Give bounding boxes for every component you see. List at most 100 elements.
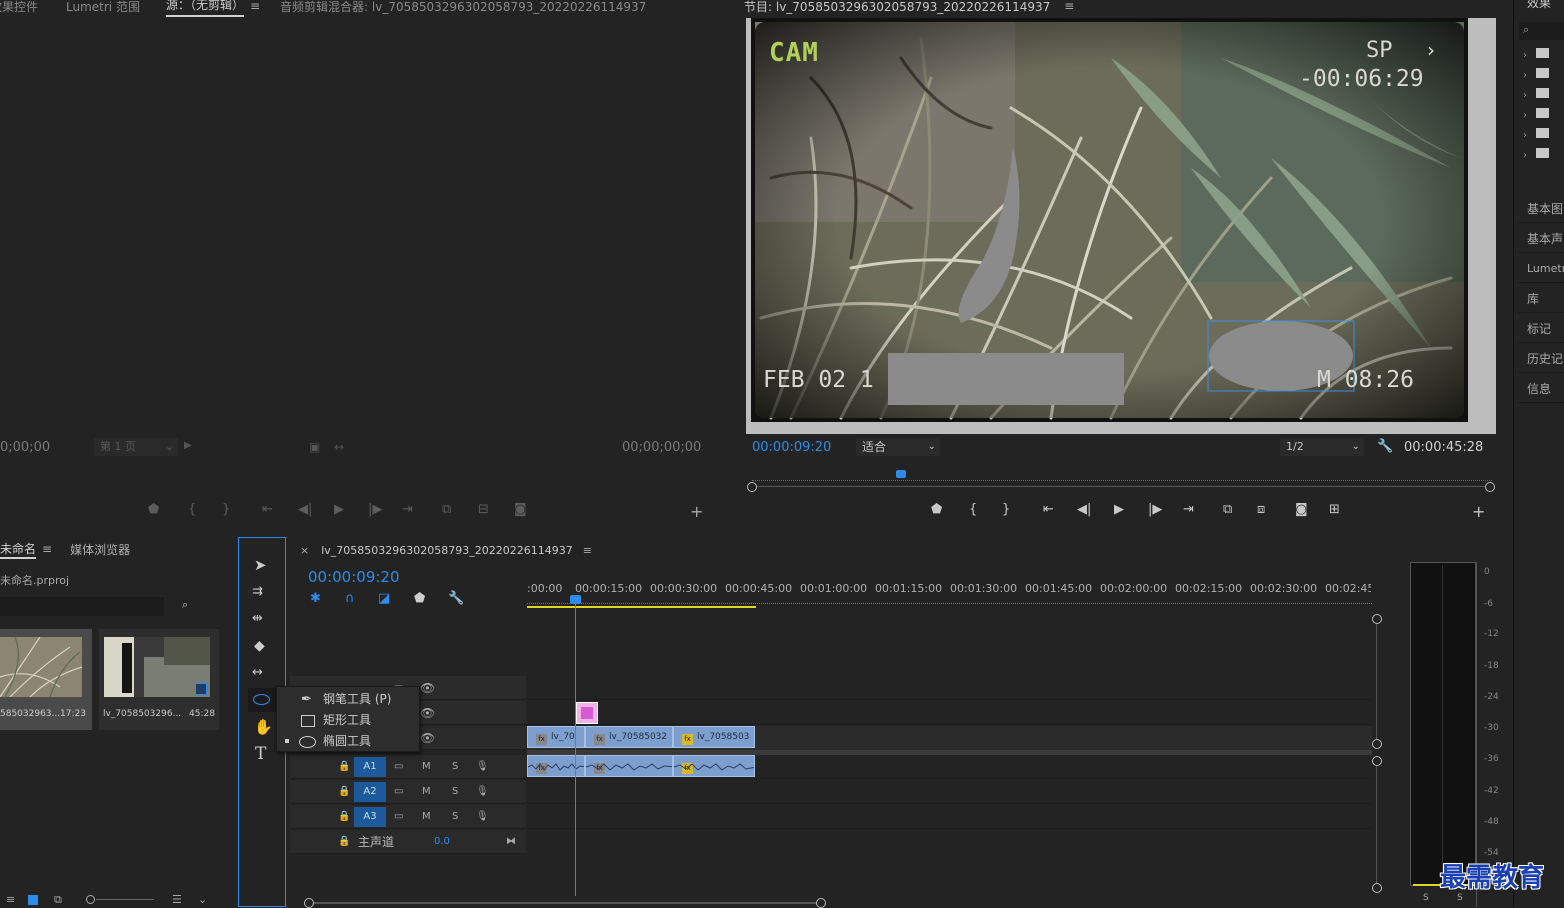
slip-tool-icon[interactable]: ↔ bbox=[252, 665, 263, 680]
track-target-a2[interactable]: A2 bbox=[354, 782, 386, 802]
folder-row[interactable]: › bbox=[1523, 48, 1550, 61]
tab-media-browser[interactable]: 媒体浏览器 bbox=[70, 541, 130, 558]
source-menu-icon[interactable]: ≡ bbox=[250, 0, 260, 13]
add-button-icon[interactable]: + bbox=[690, 502, 703, 521]
hand-tool-icon[interactable]: ✋ bbox=[254, 718, 273, 736]
timeline-hscroll[interactable] bbox=[290, 896, 1390, 908]
go-to-in-icon[interactable]: ⇤ bbox=[262, 502, 273, 517]
microphone-icon[interactable]: 🎙 bbox=[476, 757, 489, 777]
timeline-vscroll-top-handle[interactable] bbox=[1372, 614, 1382, 624]
microphone-icon[interactable]: 🎙 bbox=[476, 807, 489, 827]
timeline-vscroll-track2[interactable] bbox=[1376, 766, 1377, 883]
meter-solo-right[interactable]: S bbox=[1457, 893, 1463, 903]
sequence-tab[interactable]: lv_7058503296302058793_20220226114937 bbox=[321, 544, 573, 557]
freeform-view-icon[interactable]: ⧉ bbox=[54, 893, 62, 907]
lock-icon[interactable]: 🔒 bbox=[338, 757, 350, 777]
timeline-vscroll-mid-handle[interactable] bbox=[1372, 739, 1382, 749]
export-frame-icon[interactable]: ◙ bbox=[1295, 502, 1308, 517]
toggle-sync-icon[interactable]: ▭ bbox=[394, 757, 403, 777]
zoom-end-handle[interactable] bbox=[1485, 482, 1495, 492]
video-clip[interactable]: fx lv_70585032 bbox=[585, 726, 673, 748]
close-tab-icon[interactable]: × bbox=[300, 544, 309, 557]
timeline-vscroll-mid2-handle[interactable] bbox=[1372, 756, 1382, 766]
program-title[interactable]: 节目: lv_7058503296302058793_2022022611493… bbox=[744, 0, 1050, 15]
hscroll-thumb[interactable] bbox=[314, 902, 816, 904]
marker-icon[interactable]: ⬟ bbox=[148, 502, 159, 517]
page-select[interactable]: 第 1 页 ⌄ bbox=[94, 438, 178, 456]
mark-out-icon[interactable]: } bbox=[1002, 502, 1010, 517]
panel-markers[interactable]: 标记 bbox=[1518, 315, 1564, 343]
panel-info[interactable]: 信息 bbox=[1518, 375, 1564, 403]
folder-row[interactable]: › bbox=[1523, 68, 1550, 81]
step-back-icon[interactable]: ◀| bbox=[1077, 502, 1091, 517]
panel-essential-graphics[interactable]: 基本图 bbox=[1518, 195, 1564, 223]
audio-clip[interactable]: fx bbox=[585, 755, 673, 777]
insert-clip-icon[interactable]: ⧉ bbox=[442, 502, 451, 517]
solo-button[interactable]: S bbox=[452, 782, 458, 802]
step-forward-icon[interactable]: |▶ bbox=[368, 502, 382, 517]
tab-project[interactable]: 未命名 bbox=[0, 540, 37, 559]
work-area-bar[interactable] bbox=[527, 606, 756, 608]
audio-clip[interactable]: fx bbox=[673, 755, 755, 777]
mute-button[interactable]: M bbox=[422, 807, 431, 827]
tab-effect-controls[interactable]: 效果控件 bbox=[0, 0, 38, 15]
fit-select[interactable]: 适合 ⌄ bbox=[856, 438, 940, 456]
timeline-playhead-handle[interactable] bbox=[570, 595, 581, 604]
timeline-vscroll-bottom-handle[interactable] bbox=[1372, 883, 1382, 893]
program-timecode[interactable]: 00:00:09:20 bbox=[752, 440, 831, 455]
mute-button[interactable]: M bbox=[422, 757, 431, 777]
solo-button[interactable]: S bbox=[452, 807, 458, 827]
playhead-handle[interactable] bbox=[896, 470, 906, 478]
add-marker-icon[interactable]: ⬟ bbox=[414, 591, 425, 606]
linked-selection-icon[interactable]: ◪ bbox=[378, 591, 390, 606]
eye-icon[interactable]: 👁 bbox=[420, 703, 435, 723]
wrench-icon[interactable]: 🔧 bbox=[1377, 439, 1393, 454]
toggle-sync-icon[interactable]: ▭ bbox=[394, 807, 403, 827]
project-menu-icon[interactable]: ≡ bbox=[42, 542, 52, 556]
timeline-timecode[interactable]: 00:00:09:20 bbox=[308, 568, 400, 586]
compare-view-icon[interactable]: ⊞ bbox=[1329, 502, 1340, 517]
ellipse-tool-button[interactable] bbox=[248, 688, 276, 712]
project-search-input[interactable] bbox=[0, 597, 164, 616]
folder-row[interactable]: › bbox=[1523, 148, 1550, 161]
go-to-in-icon[interactable]: ⇤ bbox=[1043, 502, 1054, 517]
go-to-out-icon[interactable]: ⇥ bbox=[402, 502, 413, 517]
meter-solo-left[interactable]: S bbox=[1423, 893, 1429, 903]
marker-icon[interactable]: ⬟ bbox=[931, 502, 942, 517]
list-view-icon[interactable]: ≡ bbox=[6, 893, 15, 906]
clip-thumb-1[interactable]: 585032963... 17:23 bbox=[0, 629, 92, 730]
overwrite-clip-icon[interactable]: ⊟ bbox=[478, 502, 489, 517]
tab-audio-clip-mixer[interactable]: 音频剪辑混合器: lv_7058503296302058793_20220226… bbox=[280, 0, 646, 15]
lift-icon[interactable]: ⧉ bbox=[1223, 502, 1232, 517]
timeline-vscroll-track[interactable] bbox=[1376, 624, 1377, 739]
selection-tool-icon[interactable]: ➤ bbox=[254, 556, 267, 574]
folder-row[interactable]: › bbox=[1523, 88, 1550, 101]
microphone-icon[interactable]: 🎙 bbox=[476, 782, 489, 802]
program-menu-icon[interactable]: ≡ bbox=[1064, 0, 1074, 13]
zoom-bar[interactable] bbox=[757, 486, 1485, 487]
pen-tool-item[interactable]: ✒ 钢笔工具 (P) bbox=[277, 689, 421, 710]
track-target-a3[interactable]: A3 bbox=[354, 807, 386, 827]
add-button-icon[interactable]: + bbox=[1472, 502, 1485, 521]
timeline-settings-icon[interactable]: 🔧 bbox=[448, 591, 464, 606]
graphic-clip[interactable] bbox=[576, 702, 598, 724]
zoom-slider-handle[interactable] bbox=[86, 895, 95, 904]
solo-button[interactable]: S bbox=[452, 757, 458, 777]
zoom-start-handle[interactable] bbox=[747, 482, 757, 492]
safe-margins-icon[interactable]: ▣ bbox=[309, 440, 320, 454]
rectangle-tool-item[interactable]: 矩形工具 bbox=[277, 710, 421, 731]
text-tool-icon[interactable]: T bbox=[255, 744, 266, 764]
resolution-select[interactable]: 1/2 ⌄ bbox=[1280, 438, 1364, 456]
tab-source[interactable]: 源：（无剪辑） bbox=[165, 0, 244, 17]
track-select-tool-icon[interactable]: ⇉ bbox=[252, 584, 263, 599]
sort-icon[interactable]: ☰ bbox=[172, 893, 182, 906]
eye-icon[interactable]: 👁 bbox=[420, 728, 435, 748]
icon-view-icon[interactable] bbox=[28, 895, 38, 905]
lock-icon[interactable]: 🔒 bbox=[338, 807, 350, 827]
tab-lumetri-scopes[interactable]: Lumetri 范围 bbox=[66, 0, 140, 15]
mark-out-icon[interactable]: } bbox=[222, 502, 230, 517]
step-back-icon[interactable]: ◀| bbox=[298, 502, 312, 517]
master-volume[interactable]: 0.0 bbox=[434, 832, 450, 852]
video-clip[interactable]: fx lv_70 bbox=[527, 726, 585, 748]
ellipse-tool-item[interactable]: 椭圆工具 bbox=[277, 731, 421, 752]
